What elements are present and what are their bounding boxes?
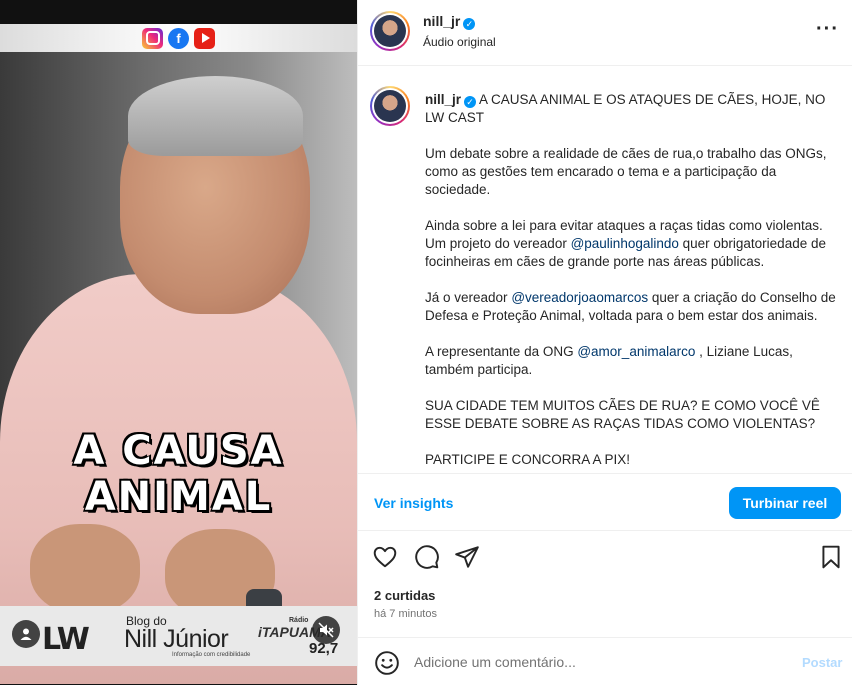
caption-paragraph-2: Ainda sobre a lei para evitar ataques a … [425,218,826,269]
person-hair [128,76,303,156]
caption-area: nill_jr ✓ A CAUSA ANIMAL E OS ATAQUES DE … [358,67,852,473]
blog-tagline: Informação com credibilidade [172,652,251,658]
speaker-muted-icon [318,622,334,638]
verified-badge-icon: ✓ [463,18,476,30]
user-icon [20,628,32,640]
caption-headline: A CAUSA ANIMAL E OS ATAQUES DE CÃES, HOJ… [425,92,826,125]
post-caption: nill_jr ✓ A CAUSA ANIMAL E OS ATAQUES DE … [425,91,845,473]
caption-paragraph-3: Já o vereador @vereadorjoaomarcos quer a… [425,290,836,323]
video-caption: A CAUSA ANIMAL [73,428,284,520]
boost-reel-button[interactable]: Turbinar reel [729,487,841,519]
post-timestamp[interactable]: há 7 minutos [374,608,437,620]
caption-paragraph-1: Um debate sobre a realidade de cães de r… [425,146,827,197]
audio-label[interactable]: Áudio original [423,35,496,49]
youtube-icon [194,27,215,49]
blog-name: Nill Júnior [124,625,229,653]
video-frame [0,24,357,684]
insights-row: Ver insights Turbinar reel [358,473,852,531]
mention-link[interactable]: @vereadorjoaomarcos [511,290,648,305]
caption-paragraph-4: A representante da ONG @amor_animalarco … [425,344,793,377]
view-insights-link[interactable]: Ver insights [374,495,453,511]
instagram-icon [142,27,163,49]
caption-paragraph-5: SUA CIDADE TEM MUITOS CÃES DE RUA? E COM… [425,398,820,431]
caption-username[interactable]: nill_jr [425,92,461,107]
caption-paragraph-6: PARTICIPE E CONCORRA A PIX! [425,452,631,467]
caption-avatar[interactable] [370,86,410,126]
emoji-icon[interactable] [374,650,400,676]
post-comment-button[interactable]: Postar [802,655,842,670]
social-icons-bar: f [0,24,357,52]
facebook-icon: f [168,27,189,49]
verified-badge-icon: ✓ [464,96,477,108]
likes-count[interactable]: 2 curtidas [374,588,435,603]
action-bar [358,531,852,585]
reel-video[interactable]: f A CAUSA ANIMAL LW Blog do Nill Júnior … [0,0,357,685]
save-icon[interactable] [818,544,844,570]
mute-button[interactable] [312,616,340,644]
avatar[interactable] [370,11,410,51]
person-hand-left [30,524,140,614]
comment-icon[interactable] [414,544,440,570]
post-panel: nill_jr ✓ Áudio original ··· nill_jr ✓ A C… [357,0,852,685]
radio-label: Rádio [289,617,309,624]
comment-input[interactable] [414,650,794,674]
username-text[interactable]: nill_jr [423,13,460,29]
share-icon[interactable] [454,544,480,570]
comment-row: Postar [358,637,852,685]
lw-logo: LW [42,622,90,657]
post-header: nill_jr ✓ Áudio original ··· [358,0,852,66]
more-options-icon[interactable]: ··· [816,18,839,41]
mention-link[interactable]: @paulinhogalindo [571,236,679,251]
mention-link[interactable]: @amor_animalarco [577,344,695,359]
header-username[interactable]: nill_jr ✓ [423,13,476,30]
tagged-users-button[interactable] [12,620,40,648]
heart-icon[interactable] [372,544,398,570]
